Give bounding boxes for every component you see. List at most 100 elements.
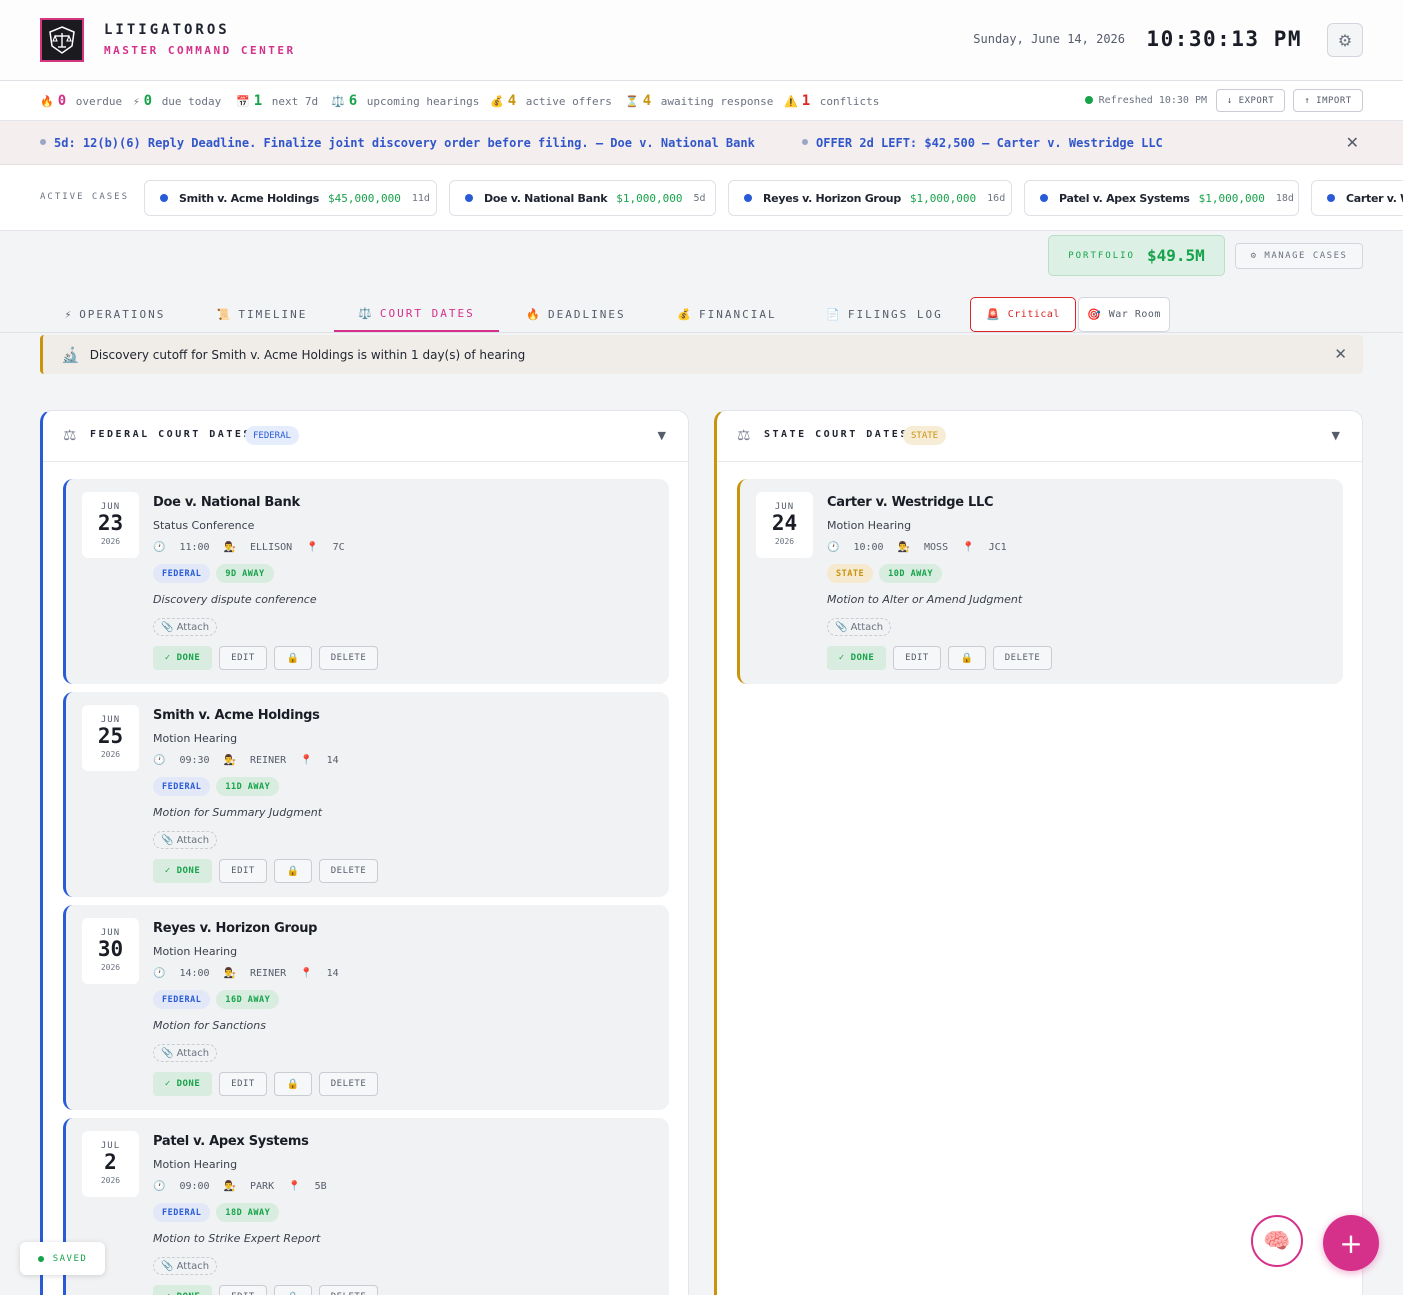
case-chip[interactable]: Doe v. National Bank $1,000,000 5d — [449, 180, 716, 216]
stat-active-offers[interactable]: 💰 4 active offers — [490, 93, 612, 109]
panel-header[interactable]: ⚖ FEDERAL COURT DATES FEDERAL ▼ — [43, 411, 688, 462]
stat-next-7d[interactable]: 📅 1 next 7d — [236, 93, 318, 109]
lock-button[interactable]: 🔒 — [274, 646, 312, 670]
stat-overdue[interactable]: 🔥 0 overdue — [40, 93, 122, 109]
case-name: Doe v. National Bank — [484, 191, 608, 205]
hearing-type: Motion Hearing — [153, 1158, 238, 1171]
ticker-item[interactable]: 5d: 12(b)(6) Reply Deadline. Finalize jo… — [40, 136, 755, 150]
stats-bar: 🔥 0 overdue ⚡ 0 due today 📅 1 next 7d ⚖️ 6 u… — [0, 81, 1403, 121]
delete-button[interactable]: DELETE — [319, 859, 378, 883]
settings-button[interactable]: ⚙ — [1327, 23, 1363, 57]
tab-label: FILINGS LOG — [847, 307, 943, 321]
chevron-down-icon[interactable]: ▼ — [1332, 429, 1340, 442]
judge-icon: 👨‍⚖️ — [223, 542, 237, 553]
edit-button[interactable]: EDIT — [219, 1072, 267, 1096]
courtroom: 14 — [326, 968, 339, 979]
add-button[interactable]: + — [1323, 1215, 1379, 1271]
done-button[interactable]: ✓ DONE — [827, 646, 886, 670]
stat-due-today[interactable]: ⚡ 0 due today — [133, 93, 221, 109]
case-chip[interactable]: Carter v. W — [1311, 180, 1403, 216]
tab-operations[interactable]: ⚡ OPERATIONS — [52, 296, 178, 332]
ai-assistant-button[interactable]: 🧠 — [1251, 1215, 1303, 1267]
date-day: 2 — [104, 1150, 117, 1174]
hearing-type: Motion Hearing — [153, 732, 238, 745]
lock-button[interactable]: 🔒 — [274, 1285, 312, 1295]
court-type-badge: STATE — [903, 426, 947, 445]
case-title: Carter v. Westridge LLC — [827, 495, 994, 510]
court-date-card: JUN 24 2026 Carter v. Westridge LLC Moti… — [737, 479, 1343, 684]
stat-upcoming-hearings[interactable]: ⚖️ 6 upcoming hearings — [331, 93, 479, 109]
siren-icon: 🚨 — [986, 308, 1000, 321]
panel-title: STATE COURT DATES — [764, 429, 909, 440]
saved-label: SAVED — [52, 1253, 88, 1264]
bullet-icon — [802, 139, 808, 145]
date-day: 30 — [97, 937, 124, 961]
attach-button[interactable]: 📎 Attach — [827, 618, 892, 636]
lock-button[interactable]: 🔒 — [948, 646, 986, 670]
case-days: 16d — [987, 192, 1006, 204]
delete-button[interactable]: DELETE — [319, 1072, 378, 1096]
edit-button[interactable]: EDIT — [219, 1285, 267, 1295]
court-date-card: JUN 23 2026 Doe v. National Bank Status … — [63, 479, 669, 684]
panel-header[interactable]: ⚖ STATE COURT DATES STATE ▼ — [717, 411, 1362, 462]
case-days: 18d — [1275, 192, 1294, 204]
edit-button[interactable]: EDIT — [219, 646, 267, 670]
portfolio-total: PORTFOLIO $49.5M — [1048, 235, 1225, 276]
stat-label: due today — [161, 95, 222, 108]
stat-conflicts[interactable]: ⚠️ 1 conflicts — [784, 93, 879, 109]
edit-button[interactable]: EDIT — [219, 859, 267, 883]
attach-button[interactable]: 📎 Attach — [153, 831, 218, 849]
chevron-down-icon[interactable]: ▼ — [658, 429, 666, 442]
tab-filings-log[interactable]: 📄 FILINGS LOG — [812, 296, 957, 332]
done-button[interactable]: ✓ DONE — [153, 646, 212, 670]
stat-value: 6 — [348, 93, 358, 109]
done-button[interactable]: ✓ DONE — [153, 859, 212, 883]
delete-button[interactable]: DELETE — [319, 1285, 378, 1295]
court-type-pill: FEDERAL — [153, 564, 211, 583]
close-icon[interactable]: ✕ — [1346, 133, 1359, 152]
done-button[interactable]: ✓ DONE — [153, 1072, 212, 1096]
tab-deadlines[interactable]: 🔥 DEADLINES — [514, 296, 638, 332]
attach-button[interactable]: 📎 Attach — [153, 618, 218, 636]
tab-war-room[interactable]: 🎯 War Room — [1078, 297, 1170, 332]
lock-button[interactable]: 🔒 — [274, 1072, 312, 1096]
header-date: Sunday, June 14, 2026 — [973, 32, 1125, 46]
ticker-item[interactable]: OFFER 2d LEFT: $42,500 — Carter v. Westr… — [802, 136, 1163, 150]
court-date-card: JUN 30 2026 Reyes v. Horizon Group Motio… — [63, 905, 669, 1110]
case-chip[interactable]: Patel v. Apex Systems $1,000,000 18d — [1024, 180, 1299, 216]
stat-value: 0 — [143, 93, 153, 109]
export-button[interactable]: ↓ EXPORT — [1216, 89, 1285, 112]
lock-button[interactable]: 🔒 — [274, 859, 312, 883]
delete-button[interactable]: DELETE — [319, 646, 378, 670]
case-days: 5d — [693, 192, 706, 204]
case-chip[interactable]: Reyes v. Horizon Group $1,000,000 16d — [728, 180, 1012, 216]
attach-button[interactable]: 📎 Attach — [153, 1257, 218, 1275]
manage-cases-button[interactable]: ⚙ MANAGE CASES — [1235, 243, 1363, 269]
case-name: Reyes v. Horizon Group — [763, 191, 901, 205]
hearing-time: 10:00 — [853, 542, 884, 553]
document-icon: 📄 — [826, 307, 840, 321]
courtroom: 14 — [326, 755, 339, 766]
card-actions: ✓ DONE EDIT 🔒 DELETE — [153, 859, 385, 883]
import-button[interactable]: ↑ IMPORT — [1293, 89, 1363, 112]
status-dot-icon — [1084, 96, 1093, 104]
courtroom: 5B — [314, 1181, 327, 1192]
tab-timeline[interactable]: 📜 TIMELINE — [204, 296, 320, 332]
card-tags: FEDERAL 11D AWAY — [153, 777, 285, 796]
tab-financial[interactable]: 💰 FINANCIAL — [664, 296, 790, 332]
edit-button[interactable]: EDIT — [893, 646, 941, 670]
delete-button[interactable]: DELETE — [993, 646, 1052, 670]
case-dot-icon — [744, 194, 752, 202]
date-year: 2026 — [774, 537, 795, 546]
tab-critical[interactable]: 🚨 Critical — [970, 297, 1076, 332]
hearing-meta: 🕐 11:00 👨‍⚖️ ELLISON 📍 7C — [153, 542, 359, 553]
done-button[interactable]: ✓ DONE — [153, 1285, 212, 1295]
close-icon[interactable]: ✕ — [1334, 345, 1347, 363]
courtroom: 7C — [332, 542, 345, 553]
case-chip[interactable]: Smith v. Acme Holdings $45,000,000 11d — [144, 180, 437, 216]
attach-button[interactable]: 📎 Attach — [153, 1044, 218, 1062]
tab-court-dates[interactable]: ⚖️ COURT DATES — [334, 296, 499, 332]
card-actions: ✓ DONE EDIT 🔒 DELETE — [153, 646, 385, 670]
hearing-meta: 🕐 10:00 👨‍⚖️ MOSS 📍 JC1 — [827, 542, 1021, 553]
stat-awaiting-response[interactable]: ⏳ 4 awaiting response — [625, 93, 773, 109]
